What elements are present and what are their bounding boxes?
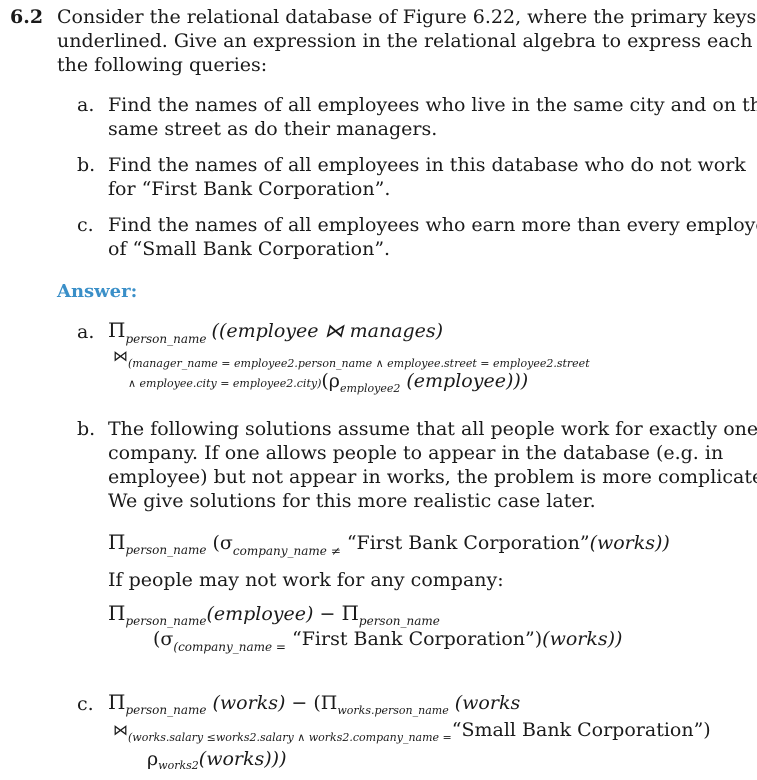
projection-subscript-2: works.person_name	[337, 704, 449, 717]
minus-operator: −	[285, 692, 314, 714]
natural-join-icon: ⋈	[113, 721, 128, 739]
minus-operator: −	[313, 603, 342, 625]
rename-argument: (works)))	[198, 748, 287, 770]
answer-b-para-line-4: We give solutions for this more realisti…	[108, 490, 596, 512]
string-literal: “First Bank Corporation”	[340, 532, 590, 554]
selection-symbol: (σ	[206, 532, 233, 554]
part-c-line-2: of “Small Bank Corporation”.	[108, 238, 391, 260]
selection-subscript: company_name ≠	[232, 544, 341, 558]
rename-symbol: (ρ	[321, 370, 340, 392]
join-condition-1: (manager_name = employee2.person_name ∧ …	[128, 357, 590, 370]
exercise-intro-line-2: underlined. Give an expression in the re…	[57, 30, 757, 52]
rename-subscript: employee2	[339, 382, 401, 395]
answer-a-expression-line-2: ⋈(manager_name = employee2.person_name ∧…	[113, 346, 590, 370]
answer-b-expression-1: Πperson_name (σcompany_name ≠ “First Ban…	[108, 530, 670, 558]
answer-b-middle-text: If people may not work for any company:	[108, 569, 504, 591]
answer-b-para-line-3: employee) but not appear in works, the p…	[108, 466, 757, 488]
projection-symbol-2: Π	[341, 601, 359, 625]
rename-subscript: works2	[158, 759, 199, 772]
relation-works: (works)	[206, 692, 286, 714]
projection-symbol: Π	[108, 601, 126, 625]
part-b-label: b.	[77, 154, 96, 176]
projection-subscript: person_name	[125, 614, 207, 628]
part-a-line-1: Find the names of all employees who live…	[108, 94, 757, 116]
answer-b-expression-2: Πperson_name(employee) − Πperson_name	[108, 601, 440, 628]
projection-subscript: person_name	[125, 543, 207, 557]
answer-heading: Answer:	[57, 281, 138, 302]
exercise-number: 6.2	[10, 6, 44, 28]
rename-argument: (employee)))	[400, 370, 529, 392]
part-b-line-1: Find the names of all employees in this …	[108, 154, 746, 176]
answer-c-expression-line-2: ⋈(works.salary ≤works2.salary ∧ works2.c…	[113, 718, 711, 744]
selection-subscript: (company_name =	[173, 640, 286, 654]
answer-b-para-line-1: The following solutions assume that all …	[108, 418, 757, 440]
expression-tail: (works))	[542, 628, 623, 650]
projection-symbol: Π	[108, 318, 126, 342]
relation-employee: (employee)	[206, 603, 314, 625]
join-condition: (works.salary ≤works2.salary ∧ works2.co…	[128, 731, 452, 744]
answer-c-label: c.	[77, 693, 94, 715]
answer-c-expression-line-1: Πperson_name (works) − (Πworks.person_na…	[108, 690, 521, 717]
expression-text: ((employee ⋈ manages)	[211, 320, 444, 342]
relation-works-2: (works	[448, 692, 521, 714]
part-b-line-2: for “First Bank Corporation”.	[108, 178, 391, 200]
answer-a-label: a.	[77, 321, 95, 343]
join-condition-2: ∧ employee.city = employee2.city)	[128, 377, 322, 390]
part-c-label: c.	[77, 214, 94, 236]
part-a-line-2: same street as do their managers.	[108, 118, 438, 140]
part-c-line-1: Find the names of all employees who earn…	[108, 214, 757, 236]
projection-symbol: Π	[108, 690, 126, 714]
answer-c-expression-line-3: ρworks2(works)))	[147, 748, 287, 772]
projection-symbol: Π	[108, 530, 126, 554]
projection-subscript: person_name	[125, 703, 207, 717]
projection-subscript: person_name	[125, 332, 207, 346]
string-literal: “Small Bank Corporation”)	[451, 719, 711, 741]
rename-symbol: ρ	[147, 748, 159, 770]
natural-join-icon: ⋈	[113, 347, 128, 365]
answer-b-expression-3: (σ(company_name = “First Bank Corporatio…	[153, 628, 623, 654]
exercise-intro-line-1: Consider the relational database of Figu…	[57, 6, 757, 28]
answer-a-expression-line-3: ∧ employee.city = employee2.city)(ρemplo…	[128, 370, 529, 395]
selection-symbol: (σ	[153, 628, 174, 650]
expression-tail: (works))	[589, 532, 670, 554]
projection-subscript-2: person_name	[358, 614, 440, 628]
answer-b-para-line-2: company. If one allows people to appear …	[108, 442, 724, 464]
projection-symbol-2: (Π	[313, 692, 338, 714]
exercise-intro-line-3: the following queries:	[57, 54, 268, 76]
answer-b-label: b.	[77, 418, 96, 440]
string-literal: “First Bank Corporation”)	[285, 628, 543, 650]
answer-a-expression-line-1: Πperson_name ((employee ⋈ manages)	[108, 318, 444, 346]
part-a-label: a.	[77, 94, 95, 116]
